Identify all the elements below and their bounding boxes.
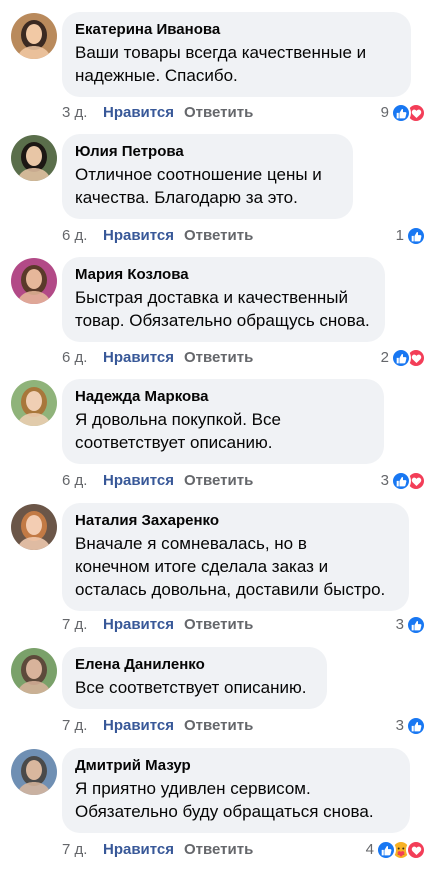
reaction-count: 3: [395, 616, 404, 633]
comment-bubble: Дмитрий Мазур Я приятно удивлен сервисом.…: [62, 748, 410, 833]
like-button[interactable]: Нравится: [103, 226, 174, 246]
comment-text-line: конечном итоге сделала заказ и: [75, 557, 329, 576]
like-icon: [406, 716, 426, 736]
timestamp[interactable]: 7 д.: [62, 615, 87, 635]
avatar[interactable]: [11, 135, 57, 181]
author-name[interactable]: Мария Козлова: [75, 265, 372, 285]
author-name[interactable]: Елена Даниленко: [75, 655, 314, 675]
comment-actions: 7 д. Нравится Ответить 3: [62, 716, 432, 736]
like-button[interactable]: Нравится: [103, 615, 174, 635]
reactions-summary[interactable]: 3: [396, 613, 426, 637]
comment-actions: 3 д. Нравится Ответить 9: [62, 103, 432, 123]
author-name[interactable]: Дмитрий Мазур: [75, 756, 397, 776]
comment-text-line: Отличное соотношение цены и: [75, 165, 322, 184]
like-button[interactable]: Нравится: [103, 348, 174, 368]
reaction-count: 3: [395, 717, 404, 734]
reactions-summary[interactable]: 2: [381, 346, 426, 370]
timestamp[interactable]: 7 д.: [62, 716, 87, 736]
reply-button[interactable]: Ответить: [184, 840, 253, 860]
comment-text-line: качества. Благодарю за это.: [75, 188, 298, 207]
reply-button[interactable]: Ответить: [184, 348, 253, 368]
comment-bubble: Наталия Захаренко Вначале я сомневалась, …: [62, 503, 409, 611]
reaction-count: 4: [365, 841, 374, 858]
comment-bubble: Елена Даниленко Все соответствует описани…: [62, 647, 327, 709]
comment-text-line: Я довольна покупкой. Все: [75, 410, 281, 429]
reaction-count: 2: [380, 349, 389, 366]
reactions-summary[interactable]: 9: [381, 101, 426, 125]
comment-bubble: Юлия Петрова Отличное соотношение цены и к…: [62, 134, 353, 219]
like-button[interactable]: Нравится: [103, 471, 174, 491]
avatar[interactable]: [11, 258, 57, 304]
comment-actions: 6 д. Нравится Ответить 3: [62, 471, 432, 491]
comment-text-line: Все соответствует описанию.: [75, 678, 307, 697]
comment-actions: 7 д. Нравится Ответить 3: [62, 615, 432, 635]
reactions-summary[interactable]: 3: [381, 469, 426, 493]
author-name[interactable]: Юлия Петрова: [75, 142, 340, 162]
author-name[interactable]: Екатерина Иванова: [75, 20, 398, 40]
timestamp[interactable]: 6 д.: [62, 226, 87, 246]
comment-text-line: Ваши товары всегда качественные и: [75, 43, 367, 62]
comment-bubble: Мария Козлова Быстрая доставка и качестве…: [62, 257, 385, 342]
comment-bubble: Екатерина Иванова Ваши товары всегда каче…: [62, 12, 411, 97]
comment-actions: 6 д. Нравится Ответить 1: [62, 226, 432, 246]
avatar[interactable]: [11, 648, 57, 694]
timestamp[interactable]: 6 д.: [62, 348, 87, 368]
like-icon: [391, 103, 411, 123]
reply-button[interactable]: Ответить: [184, 471, 253, 491]
reply-button[interactable]: Ответить: [184, 716, 253, 736]
author-name[interactable]: Надежда Маркова: [75, 387, 371, 407]
reply-button[interactable]: Ответить: [184, 103, 253, 123]
like-button[interactable]: Нравится: [103, 716, 174, 736]
comment-actions: 6 д. Нравится Ответить 2: [62, 348, 432, 368]
like-button[interactable]: Нравится: [103, 103, 174, 123]
comment-bubble: Надежда Маркова Я довольна покупкой. Все с…: [62, 379, 384, 464]
comment-text-line: осталась довольна, доставили быстро.: [75, 580, 386, 599]
like-icon: [406, 615, 426, 635]
reactions-summary[interactable]: 3: [396, 714, 426, 738]
reaction-count: 3: [380, 472, 389, 489]
love-icon: [406, 840, 426, 860]
timestamp[interactable]: 7 д.: [62, 840, 87, 860]
reactions-summary[interactable]: 4: [366, 838, 426, 862]
avatar[interactable]: [11, 380, 57, 426]
timestamp[interactable]: 3 д.: [62, 103, 87, 123]
comment-actions: 7 д. Нравится Ответить 4: [62, 840, 432, 860]
like-icon: [406, 226, 426, 246]
reply-button[interactable]: Ответить: [184, 226, 253, 246]
like-icon: [391, 348, 411, 368]
comment-text-line: Обязательно буду обращаться снова.: [75, 802, 374, 821]
reaction-count: 9: [380, 104, 389, 121]
avatar[interactable]: [11, 13, 57, 59]
comment-text-line: соответствует описанию.: [75, 433, 273, 452]
author-name[interactable]: Наталия Захаренко: [75, 511, 396, 531]
comment-text-line: Я приятно удивлен сервисом.: [75, 779, 311, 798]
like-icon: [391, 471, 411, 491]
comment-text-line: Вначале я сомневалась, но в: [75, 534, 307, 553]
like-button[interactable]: Нравится: [103, 840, 174, 860]
like-icon: [376, 840, 396, 860]
avatar[interactable]: [11, 749, 57, 795]
comment-text-line: товар. Обязательно обращусь снова.: [75, 311, 370, 330]
avatar[interactable]: [11, 504, 57, 550]
comment-text-line: Быстрая доставка и качественный: [75, 288, 348, 307]
timestamp[interactable]: 6 д.: [62, 471, 87, 491]
reactions-summary[interactable]: 1: [396, 224, 426, 248]
reaction-count: 1: [395, 227, 404, 244]
reply-button[interactable]: Ответить: [184, 615, 253, 635]
comment-text-line: надежные. Спасибо.: [75, 66, 238, 85]
